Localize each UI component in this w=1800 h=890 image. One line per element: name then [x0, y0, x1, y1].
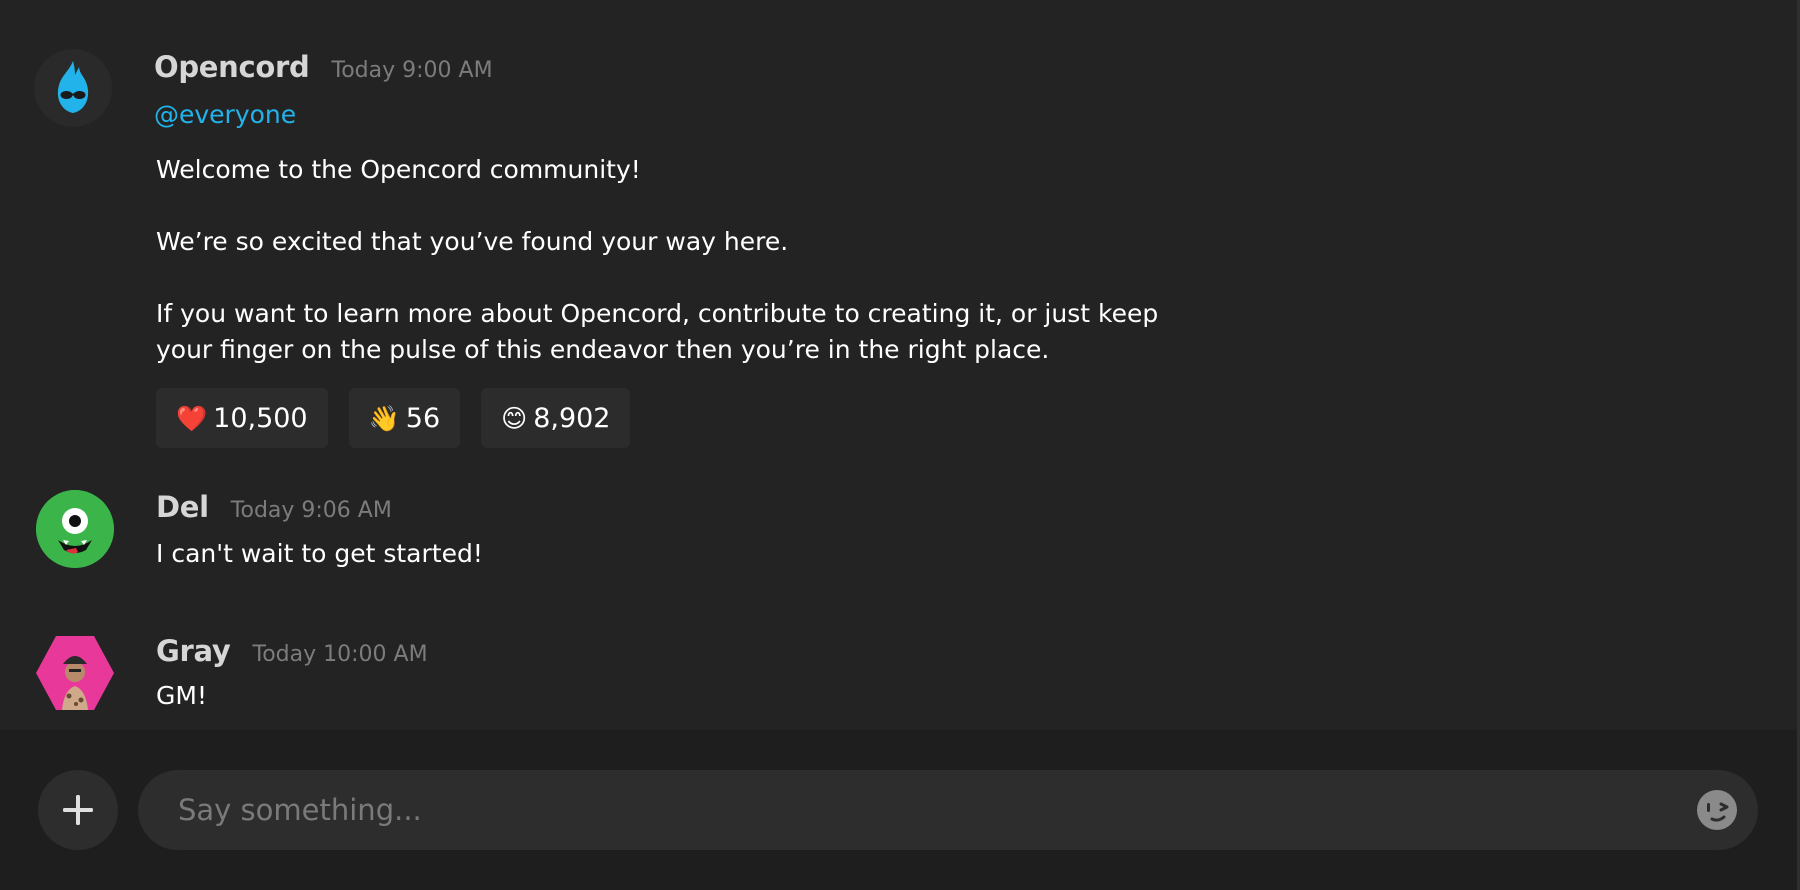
- reaction-heart[interactable]: ❤️ 10,500: [156, 388, 328, 448]
- reaction-bar: ❤️ 10,500 👋 56 😊 8,902: [156, 388, 651, 448]
- timestamp: Today 9:06 AM: [230, 498, 392, 523]
- hexagon-avatar-icon: [36, 636, 114, 710]
- reaction-wave[interactable]: 👋 56: [348, 388, 461, 448]
- reaction-smile[interactable]: 😊 8,902: [481, 388, 631, 448]
- reaction-count: 10,500: [213, 402, 308, 434]
- message-line: If you want to learn more about Opencord…: [156, 299, 1159, 328]
- message-header: Gray Today 10:00 AM: [156, 634, 428, 668]
- message-composer: [0, 730, 1797, 890]
- plus-icon: [63, 795, 93, 825]
- message-del: Del Today 9:06 AM I can't wait to get st…: [0, 470, 1797, 610]
- mention-everyone[interactable]: @everyone: [154, 100, 296, 129]
- smile-icon: 😊: [501, 403, 528, 433]
- monster-avatar-icon: [36, 490, 114, 568]
- username[interactable]: Del: [156, 490, 209, 524]
- avatar-del[interactable]: [36, 490, 114, 568]
- username[interactable]: Opencord: [154, 50, 310, 84]
- message-header: Opencord Today 9:00 AM: [154, 50, 493, 84]
- avatar-opencord[interactable]: [34, 49, 112, 127]
- heart-icon: ❤️: [176, 403, 208, 433]
- message-line: Welcome to the Opencord community!: [156, 155, 641, 184]
- message-line: We’re so excited that you’ve found your …: [156, 227, 789, 256]
- message-input-container: [138, 770, 1758, 850]
- message-opencord: Opencord Today 9:00 AM @everyone Welcome…: [0, 0, 1797, 470]
- message-text: I can't wait to get started!: [156, 539, 483, 568]
- opencord-logo-icon: [57, 61, 89, 113]
- wave-icon: 👋: [368, 403, 400, 433]
- message-text: GM!: [156, 681, 207, 710]
- message-list: Opencord Today 9:00 AM @everyone Welcome…: [0, 0, 1797, 730]
- emoji-picker-button[interactable]: [1696, 789, 1738, 831]
- timestamp: Today 9:00 AM: [331, 58, 493, 83]
- avatar-gray[interactable]: [36, 634, 114, 712]
- add-attachment-button[interactable]: [38, 770, 118, 850]
- emoji-wink-icon: [1697, 790, 1737, 830]
- message-header: Del Today 9:06 AM: [156, 490, 392, 524]
- message-gray: Gray Today 10:00 AM GM!: [0, 610, 1797, 730]
- reaction-count: 56: [405, 402, 441, 434]
- reaction-count: 8,902: [533, 402, 611, 434]
- message-input[interactable]: [178, 770, 1668, 850]
- username[interactable]: Gray: [156, 634, 231, 668]
- timestamp: Today 10:00 AM: [252, 642, 428, 667]
- chat-app: Opencord Today 9:00 AM @everyone Welcome…: [0, 0, 1800, 890]
- message-line: your finger on the pulse of this endeavo…: [156, 335, 1050, 364]
